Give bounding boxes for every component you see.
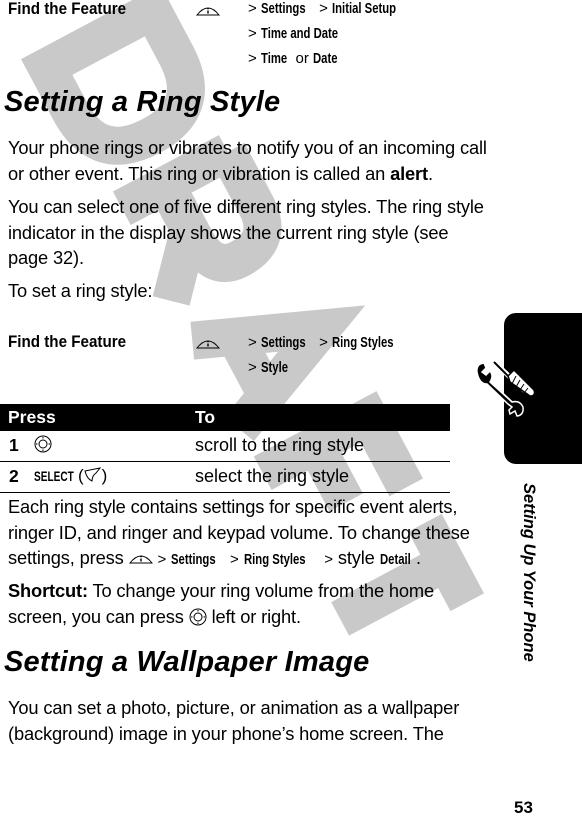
path-conjunction: or [295,50,309,67]
step-number: 2 [9,466,19,486]
menu-key-icon [128,555,153,564]
menu-item-settings: Settings [171,552,216,568]
page-number: 53 [514,798,533,817]
path-separator: > [157,551,167,568]
step-number: 1 [9,435,19,455]
table-row: 2 SELECT ( ) select the ring style [0,462,450,493]
path-separator: > [230,551,239,568]
path-separator: > [248,359,257,376]
menu-path-line: > Settings > Ring Styles [248,330,408,355]
menu-item-time: Time [260,51,288,67]
chapter-title: Setting Up Your Phone [520,483,538,662]
paren-close: ) [101,466,108,485]
paragraph-text: . [427,162,433,184]
nav-key-icon [34,435,52,453]
press-cell: SELECT ( ) [34,466,107,486]
press-to-table: Press To 1 scroll to the ring style 2 SE… [0,404,450,493]
section-heading-ring-style: Setting a Ring Style [4,86,281,118]
path-separator: > [319,0,328,17]
find-feature-label: Find the Feature [8,0,127,18]
menu-path-line: > Time and Date [248,21,411,46]
path-separator: > [248,334,257,351]
paragraph-to-set: To set a ring style: [8,280,153,301]
menu-path: > Settings > Ring Styles > Style [248,330,408,380]
right-soft-key-icon [84,467,101,482]
header-press: Press [8,407,56,427]
menu-key-icon [196,340,220,349]
section-heading-wallpaper: Setting a Wallpaper Image [4,646,370,678]
header-to: To [195,407,216,427]
path-separator: > [248,25,257,42]
menu-item-time-and-date: Time and Date [260,26,339,42]
tools-icon [476,361,536,417]
paragraph-text: . [415,547,421,568]
to-cell: scroll to the ring style [195,435,365,455]
menu-item-settings: Settings [260,335,306,351]
paragraph-wallpaper: You can set a photo, picture, or animati… [8,697,460,744]
paragraph-text: left or right. [211,605,301,627]
menu-key-icon [196,7,220,16]
path-separator: > [324,551,333,568]
menu-item-initial-setup: Initial Setup [332,1,397,17]
paragraph-text: style [337,547,375,568]
select-key-label: SELECT [34,468,74,484]
to-cell: select the ring style [195,466,350,486]
path-separator: > [248,0,257,17]
paragraph-alert-intro: Your phone rings or vibrates to notify y… [8,135,488,186]
menu-item-ring-styles: Ring Styles [332,335,394,351]
menu-item-ring-styles: Ring Styles [243,552,306,568]
path-separator: > [248,50,257,67]
table-row: 1 scroll to the ring style [0,431,450,462]
paragraph-ring-styles: You can select one of five different rin… [8,196,484,268]
paragraph-ring-style-settings: Each ring style contains settings for sp… [8,494,488,574]
menu-item-detail: Detail [379,552,411,568]
menu-path-line: > Settings > Initial Setup [248,0,411,21]
nav-key-icon [189,608,207,625]
menu-item-style: Style [260,360,288,376]
find-feature-label: Find the Feature [8,333,127,351]
menu-item-date: Date [313,51,338,67]
shortcut-label: Shortcut: [8,580,88,601]
menu-path-line: > Time or Date [248,46,411,71]
press-cell [34,435,52,455]
shortcut-tip: Shortcut: To change your ring volume fro… [8,578,488,629]
menu-path: > Settings > Initial Setup > Time and Da… [248,0,411,71]
term-alert: alert [390,162,428,184]
table-header: Press To [0,404,450,431]
menu-item-settings: Settings [260,1,306,17]
menu-path-line: > Style [248,355,408,380]
path-separator: > [319,334,328,351]
